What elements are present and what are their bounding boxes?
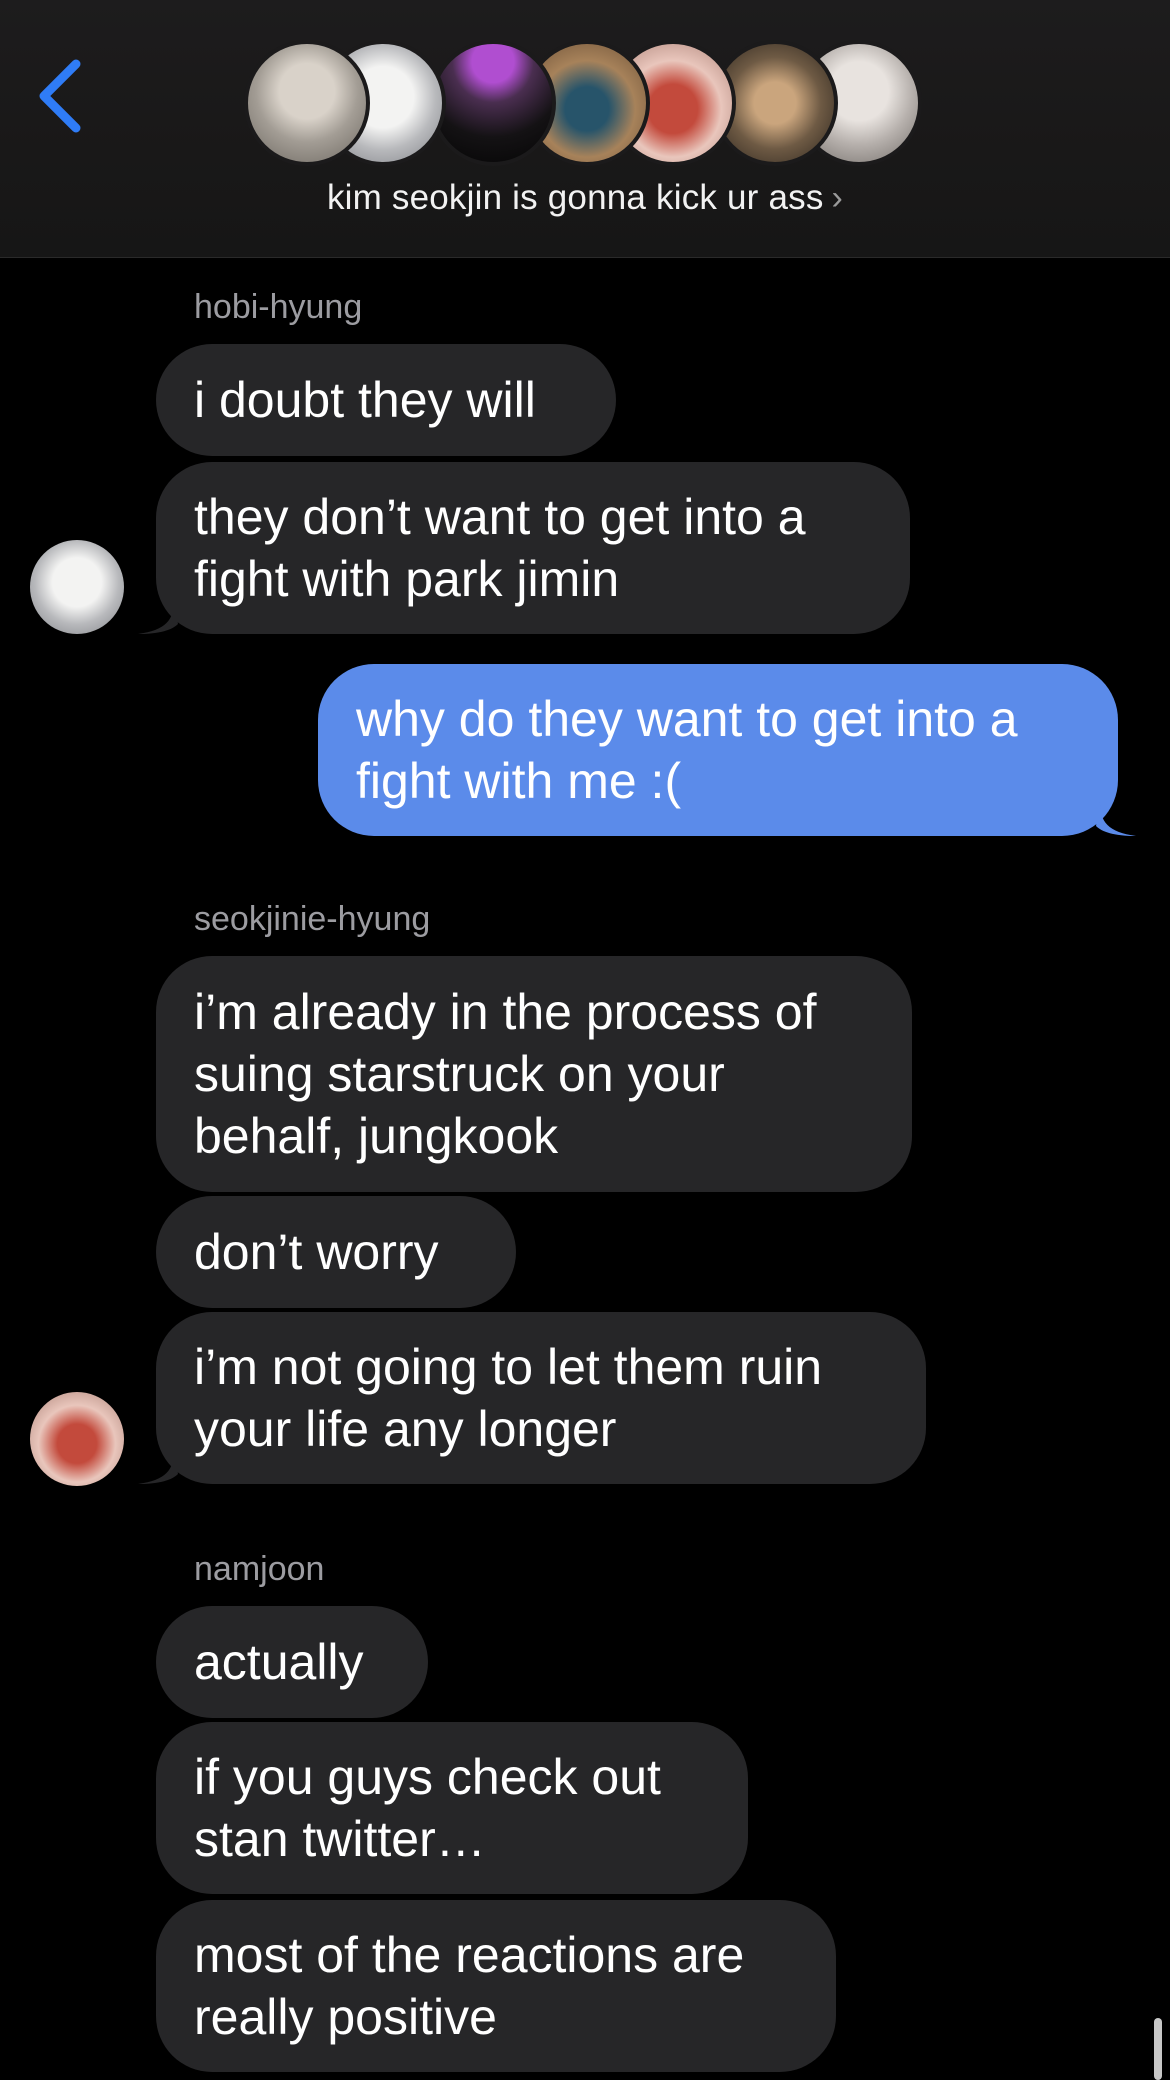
bubble-tail (1096, 802, 1136, 836)
chevron-left-icon[interactable] (34, 56, 94, 136)
chevron-right-icon: › (831, 179, 844, 217)
bubble-tail (138, 1450, 178, 1484)
message-bubble[interactable]: i’m already in the process of suing star… (156, 956, 912, 1192)
message-bubble-outgoing[interactable]: why do they want to get into a fight wit… (318, 664, 1118, 836)
message-bubble[interactable]: don’t worry (156, 1196, 516, 1308)
message-bubble[interactable]: they don’t want to get into a fight with… (156, 462, 910, 634)
avatar[interactable] (30, 540, 124, 634)
group-avatars[interactable] (244, 40, 924, 170)
group-avatar (430, 40, 556, 166)
message-bubble[interactable]: most of the reactions are really positiv… (156, 1900, 836, 2072)
message-bubble[interactable]: i’m not going to let them ruin your life… (156, 1312, 926, 1484)
conversation-header: kim seokjin is gonna kick ur ass › (0, 0, 1170, 258)
group-avatar (244, 40, 370, 166)
sender-name: seokjinie-hyung (194, 900, 431, 938)
conversation-title[interactable]: kim seokjin is gonna kick ur ass › (0, 178, 1170, 218)
scrollbar[interactable] (1154, 2018, 1162, 2080)
avatar[interactable] (30, 1392, 124, 1486)
sender-name: hobi-hyung (194, 288, 363, 326)
message-bubble[interactable]: i doubt they will (156, 344, 616, 456)
conversation-title-text: kim seokjin is gonna kick ur ass (326, 178, 824, 217)
message-bubble[interactable]: if you guys check out stan twitter… (156, 1722, 748, 1894)
sender-name: namjoon (194, 1550, 325, 1588)
bubble-tail (138, 600, 178, 634)
message-bubble[interactable]: actually (156, 1606, 428, 1718)
